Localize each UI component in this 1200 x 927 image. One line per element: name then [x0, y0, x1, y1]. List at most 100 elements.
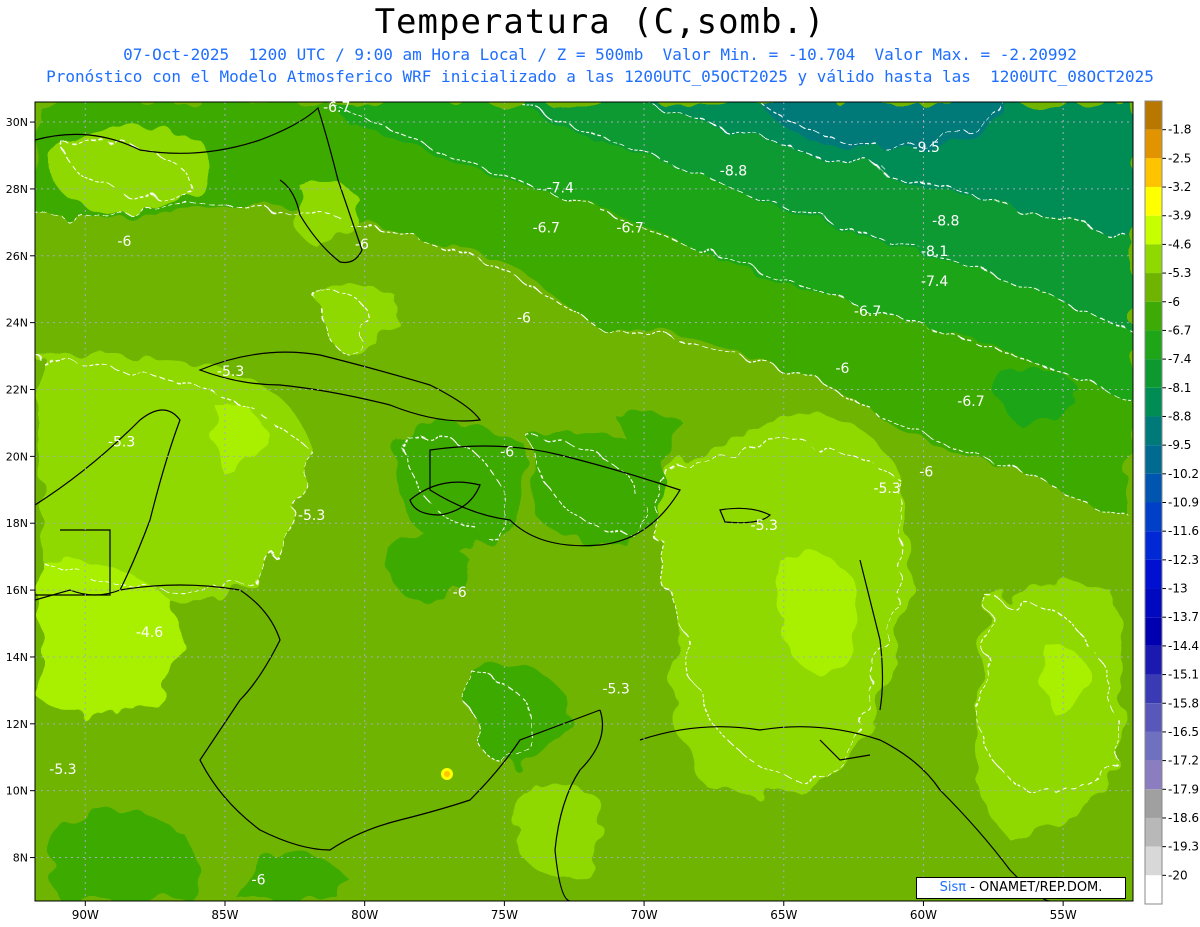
- y-tick-label: 26N: [6, 250, 28, 263]
- colorbar-swatch: [1145, 875, 1162, 904]
- colorbar-swatch: [1145, 158, 1162, 188]
- contour-label: -8.1: [921, 244, 948, 260]
- colorbar-label: -10.2: [1168, 467, 1199, 481]
- y-tick-label: 12N: [6, 718, 28, 731]
- colorbar-label: -6: [1168, 295, 1180, 309]
- colorbar-swatch: [1145, 330, 1162, 360]
- colorbar-label: -15.8: [1168, 696, 1199, 710]
- colorbar-swatch: [1145, 760, 1162, 790]
- colorbar-swatch: [1145, 187, 1162, 216]
- colorbar-label: -6.7: [1168, 323, 1191, 337]
- contour-label: -6.7: [854, 304, 881, 320]
- x-tick-label: 55W: [1050, 908, 1077, 922]
- temperature-field: [35, 102, 1133, 901]
- colorbar-swatch: [1145, 559, 1162, 589]
- contour-label: -5.3: [873, 481, 900, 497]
- y-tick-label: 16N: [6, 584, 28, 597]
- colorbar-swatch: [1145, 674, 1162, 704]
- y-tick-label: 14N: [6, 651, 28, 664]
- colorbar-label: -16.5: [1168, 725, 1199, 739]
- y-tick-label: 28N: [6, 183, 28, 196]
- colorbar-swatch: [1145, 645, 1162, 675]
- colorbar-swatch: [1145, 215, 1162, 245]
- contour-label: -6: [453, 585, 467, 601]
- colorbar-label: -17.9: [1168, 782, 1199, 796]
- x-tick-label: 70W: [630, 908, 657, 922]
- x-tick-label: 90W: [72, 908, 99, 922]
- y-tick-label: 20N: [6, 450, 28, 463]
- x-tick-label: 65W: [770, 908, 797, 922]
- y-tick-label: 10N: [6, 785, 28, 798]
- colorbar-label: -17.2: [1168, 754, 1199, 768]
- colorbar-label: -9.5: [1168, 438, 1191, 452]
- colorbar-label: -1.8: [1168, 123, 1191, 137]
- colorbar-swatch: [1145, 817, 1162, 847]
- y-axis: 30N 28N 26N 24N 22N 20N 18N 16N 14N 12N 10N 8N: [6, 116, 35, 865]
- contour-label: -5.3: [49, 762, 76, 778]
- contour-label: -8.8: [720, 164, 747, 180]
- contour-label: -5.3: [298, 508, 325, 524]
- colorbar-swatch: [1145, 531, 1162, 560]
- colorbar-swatch: [1145, 244, 1162, 274]
- colorbar-label: -10.9: [1168, 496, 1199, 510]
- colorbar-swatch: [1145, 301, 1162, 331]
- colorbar-swatch: [1145, 703, 1162, 732]
- contour-label: -5.3: [751, 518, 778, 534]
- contour-label: -5.3: [108, 434, 135, 450]
- credit-box: Sisπ - ONAMET/REP.DOM.: [916, 877, 1126, 899]
- contour-label: -4.6: [136, 625, 163, 641]
- colorbar-label: -14.4: [1168, 639, 1199, 653]
- x-tick-label: 80W: [351, 908, 378, 922]
- contour-label: -6.7: [533, 220, 560, 236]
- x-tick-label: 85W: [211, 908, 238, 922]
- contour-label: -7.4: [921, 274, 948, 290]
- colorbar-label: -4.6: [1168, 237, 1191, 251]
- colorbar-swatch: [1145, 617, 1162, 646]
- colorbar-swatch: [1145, 473, 1162, 503]
- contour-label: -7.4: [547, 180, 574, 196]
- contour-label: -6.7: [323, 100, 350, 116]
- y-tick-label: 22N: [6, 384, 28, 397]
- temperature-map: 90W 85W 80W 75W 70W 65W 60W 55W 30N 28N 26N 24N 22N…: [6, 100, 1199, 922]
- x-tick-label: 60W: [910, 908, 937, 922]
- colorbar-swatch: [1145, 101, 1162, 130]
- colorbar-label: -7.4: [1168, 352, 1191, 366]
- colorbar-label: -8.1: [1168, 381, 1191, 395]
- y-tick-label: 24N: [6, 317, 28, 330]
- contour-label: -5.3: [602, 682, 629, 698]
- contour-label: -6: [500, 444, 514, 460]
- contour-label: -5.3: [217, 364, 244, 380]
- colorbar-label: -15.1: [1168, 668, 1199, 682]
- colorbar-swatch: [1145, 445, 1162, 474]
- colorbar-label: -12.3: [1168, 553, 1199, 567]
- colorbar-swatch: [1145, 273, 1162, 302]
- colorbar-label: -11.6: [1168, 524, 1199, 538]
- colorbar-label: -13.7: [1168, 610, 1199, 624]
- y-tick-label: 30N: [6, 116, 28, 129]
- contour-label: -6.7: [957, 394, 984, 410]
- x-axis: 90W 85W 80W 75W 70W 65W 60W 55W: [72, 901, 1077, 922]
- contour-label: -8.8: [932, 214, 959, 230]
- colorbar-swatch: [1145, 416, 1162, 446]
- contour-label: -9.5: [913, 140, 940, 156]
- y-tick-label: 18N: [6, 517, 28, 530]
- colorbar-swatch: [1145, 846, 1162, 876]
- colorbar: -1.8 -2.5 -3.2 -3.9 -4.6 -5.3 -6 -6.7 -7.4 -8.1 -8…: [1144, 100, 1199, 905]
- colorbar-swatch: [1145, 359, 1162, 388]
- contour-label: -6: [355, 237, 369, 253]
- contour-label: -6: [517, 311, 531, 327]
- colorbar-swatch: [1145, 588, 1162, 618]
- colorbar-label: -5.3: [1168, 266, 1191, 280]
- colorbar-label: -19.3: [1168, 840, 1199, 854]
- x-tick-label: 75W: [491, 908, 518, 922]
- colorbar-label: -8.8: [1168, 409, 1191, 423]
- colorbar-label: -18.6: [1168, 811, 1199, 825]
- colorbar-label: -13: [1168, 582, 1188, 596]
- colorbar-swatch: [1145, 789, 1162, 818]
- contour-label: -6: [252, 872, 266, 888]
- contour-label: -6: [919, 464, 933, 480]
- colorbar-label: -3.9: [1168, 209, 1191, 223]
- colorbar-swatch: [1145, 129, 1162, 159]
- colorbar-swatch: [1145, 387, 1162, 417]
- contour-label: -6: [117, 234, 131, 250]
